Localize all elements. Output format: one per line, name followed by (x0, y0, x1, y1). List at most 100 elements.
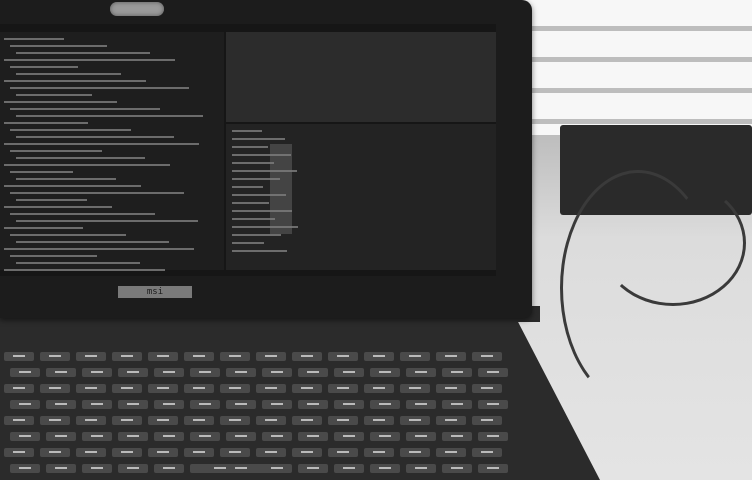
keyboard-key (292, 416, 322, 425)
code-line (4, 185, 141, 187)
keyboard-key (4, 448, 34, 457)
keyboard-key (436, 416, 466, 425)
keyboard-key (76, 416, 106, 425)
key-legend (337, 355, 349, 357)
key-legend (163, 403, 175, 405)
keyboard-key (298, 464, 328, 473)
keyboard-key (364, 448, 394, 457)
key-legend (481, 355, 493, 357)
key-legend (193, 419, 205, 421)
keyboard-key (190, 368, 220, 377)
keyboard-key (118, 464, 148, 473)
keyboard-key (256, 416, 286, 425)
keyboard-key (472, 352, 502, 361)
code-line (16, 178, 116, 180)
code-line (16, 73, 121, 75)
key-legend (487, 403, 499, 405)
keyboard-key (400, 416, 430, 425)
laptop-screen (0, 24, 496, 276)
keyboard-key (256, 448, 286, 457)
keyboard-key (478, 400, 508, 409)
keyboard-key (370, 432, 400, 441)
keyboard-key (298, 368, 328, 377)
key-legend (229, 451, 241, 453)
keyboard-key (148, 448, 178, 457)
keyboard-key (334, 400, 364, 409)
key-legend (451, 435, 463, 437)
key-legend (307, 435, 319, 437)
key-legend (337, 387, 349, 389)
key-legend (85, 451, 97, 453)
key-legend (199, 435, 211, 437)
list-line (232, 210, 292, 212)
key-legend (229, 387, 241, 389)
key-legend (19, 435, 31, 437)
code-line (10, 45, 107, 47)
keyboard-key (46, 400, 76, 409)
keyboard-key (328, 448, 358, 457)
key-legend (49, 451, 61, 453)
list-line (232, 242, 264, 244)
key-legend (91, 371, 103, 373)
keyboard-key (226, 432, 256, 441)
key-legend (157, 355, 169, 357)
keyboard-key (82, 400, 112, 409)
keyboard-key (436, 352, 466, 361)
key-legend (481, 387, 493, 389)
key-legend (445, 387, 457, 389)
key-legend (19, 467, 31, 469)
key-legend (229, 355, 241, 357)
list-line (232, 226, 298, 228)
keyboard-key (76, 384, 106, 393)
key-legend (13, 355, 25, 357)
keyboard-key (256, 352, 286, 361)
key-legend (307, 467, 319, 469)
keyboard-key (478, 368, 508, 377)
key-legend (235, 371, 247, 373)
keyboard-key (472, 448, 502, 457)
list-line (232, 162, 274, 164)
keyboard-key (46, 464, 76, 473)
code-line (10, 87, 189, 89)
keyboard-key (220, 352, 250, 361)
key-legend (85, 355, 97, 357)
keyboard-key (46, 432, 76, 441)
key-legend (379, 435, 391, 437)
scrollbar (270, 144, 292, 234)
key-legend (193, 387, 205, 389)
key-legend (19, 403, 31, 405)
key-legend (235, 467, 247, 469)
keyboard-key (478, 432, 508, 441)
keyboard-key (436, 448, 466, 457)
key-legend (379, 403, 391, 405)
keyboard-key (154, 432, 184, 441)
code-line (16, 115, 203, 117)
key-legend (157, 387, 169, 389)
key-legend (19, 371, 31, 373)
key-legend (373, 387, 385, 389)
code-line (4, 227, 83, 229)
key-legend (49, 355, 61, 357)
window-blinds (520, 0, 752, 135)
key-legend (49, 387, 61, 389)
keyboard-key (328, 416, 358, 425)
code-line (4, 101, 117, 103)
keyboard-key (40, 416, 70, 425)
key-legend (445, 355, 457, 357)
keyboard-key (256, 384, 286, 393)
key-legend (337, 419, 349, 421)
keyboard-key (328, 384, 358, 393)
key-legend (379, 467, 391, 469)
key-legend (271, 467, 283, 469)
key-legend (55, 371, 67, 373)
keyboard-key (190, 432, 220, 441)
keyboard-key (10, 432, 40, 441)
laptop-base (0, 318, 600, 480)
keyboard-key (442, 368, 472, 377)
keyboard-key (292, 448, 322, 457)
keyboard-key (4, 416, 34, 425)
keyboard-key (292, 352, 322, 361)
key-legend (307, 403, 319, 405)
code-line (16, 157, 145, 159)
keyboard-key (472, 416, 502, 425)
